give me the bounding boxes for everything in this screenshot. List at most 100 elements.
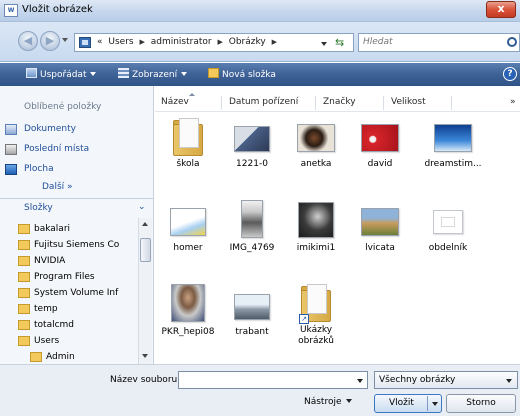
recent-places-icon [5,144,17,155]
file-item[interactable]: PKR_hepi08 [156,284,220,338]
organize-button[interactable]: Uspořádat [26,68,97,80]
column-divider[interactable] [221,96,222,110]
documents-icon [5,124,17,135]
breadcrumb-pictures[interactable]: Obrázky [229,37,266,47]
tree-item[interactable]: Program Files [18,272,95,282]
recent-pages-dropdown-icon[interactable] [62,38,68,42]
chevron-right-icon[interactable]: ▶ [217,38,222,46]
file-name: IMG_4769 [229,243,275,253]
insert-button[interactable]: Vložit [374,394,442,413]
file-item[interactable]: 1221-0 [220,118,284,170]
column-date-taken[interactable]: Datum pořízení [229,97,298,107]
new-folder-button[interactable]: Nová složka [208,68,276,80]
breadcrumb-users[interactable]: Users [108,37,133,47]
desktop-icon [5,164,17,175]
file-item[interactable]: lvicata [348,200,412,254]
favorite-documents[interactable]: Dokumenty [5,124,76,135]
tools-button[interactable]: Nástroje [304,397,352,407]
file-name: PKR_hepi08 [161,327,215,337]
file-name: Ukázky obrázků [298,325,334,346]
more-columns-icon[interactable]: » [510,97,516,107]
breadcrumb-overflow[interactable]: « [97,37,103,47]
file-item[interactable]: obdelník [412,200,484,254]
column-name[interactable]: Název [161,93,195,107]
favorite-desktop[interactable]: Plocha [5,164,54,175]
folder-tree: bakalari Fujitsu Siemens Co NVIDIA Progr… [0,218,140,364]
column-divider[interactable] [315,96,316,110]
chevron-right-icon[interactable]: ▶ [139,38,144,46]
file-name: trabant [235,327,269,337]
tree-item[interactable]: Fujitsu Siemens Co [18,240,119,250]
breadcrumb-administrator[interactable]: administrator [151,37,212,47]
folder-icon [18,288,30,298]
file-item[interactable]: IMG_4769 [220,200,284,254]
tree-item[interactable]: NVIDIA [18,256,65,266]
dialog-footer: Název souboru: Všechny obrázky Nástroje … [0,364,520,416]
tree-item[interactable]: temp [18,304,58,314]
column-divider[interactable] [383,96,384,110]
scroll-thumb[interactable] [140,238,151,262]
image-thumbnail [433,210,463,234]
column-tags[interactable]: Značky [323,97,356,107]
folder-shortcut-icon: ↗ [299,284,331,324]
caret-down-icon [345,399,352,403]
back-button[interactable]: ◀ [18,31,38,51]
chevron-right-icon[interactable]: ▶ [272,38,277,46]
scroll-up-icon[interactable] [142,222,148,226]
tree-item[interactable]: Users [18,336,59,346]
tree-item[interactable]: Admin [30,352,75,362]
file-item[interactable]: ↗ Ukázky obrázků [284,284,348,347]
filetype-select[interactable]: Všechny obrázky [374,371,518,389]
folders-header[interactable]: Složky ⌄ [0,198,153,216]
more-link[interactable]: Další » [42,182,73,192]
caret-down-icon [90,72,97,76]
cancel-button[interactable]: Storno [446,394,516,413]
tree-scrollbar[interactable] [138,218,152,364]
filename-combobox[interactable] [178,371,368,389]
folder-icon [18,336,30,346]
tree-item[interactable]: bakalari [18,224,70,234]
chevron-down-icon[interactable] [506,379,512,383]
tree-item[interactable]: totalcmd [18,320,74,330]
tree-item[interactable]: System Volume Inf [18,288,118,298]
column-divider[interactable] [451,96,452,110]
forward-button[interactable]: ▶ [40,31,60,51]
file-item[interactable]: homer [156,200,220,254]
image-thumbnail [234,294,270,320]
file-item[interactable]: škola [156,118,220,170]
help-icon[interactable]: ? [503,67,517,81]
folder-icon [18,240,30,250]
navigation-pane: Oblíbené položky Dokumenty Poslední míst… [0,86,154,364]
folder-icon [18,304,30,314]
search-box[interactable] [358,33,520,52]
favorite-recent-places[interactable]: Poslední místa [5,144,89,155]
folder-icon [18,320,30,330]
image-thumbnail [241,200,263,238]
search-icon[interactable] [507,37,517,47]
breadcrumb[interactable]: « Users ▶ administrator ▶ Obrázky ▶ ⇆ [74,33,354,52]
organize-icon [26,68,37,78]
search-input[interactable] [363,37,493,47]
chevron-down-icon[interactable] [432,402,438,406]
chevron-down-icon[interactable]: ⌄ [138,202,146,212]
chevron-down-icon[interactable] [357,379,363,383]
file-item[interactable]: trabant [220,284,284,338]
close-button[interactable]: x [486,1,516,18]
file-item[interactable]: anetka [284,118,348,170]
address-dropdown-icon[interactable] [321,42,327,46]
file-item[interactable]: imikimi1 [284,200,348,254]
filename-input[interactable] [182,375,342,385]
folder-icon [30,352,42,362]
views-icon [118,68,129,78]
file-item[interactable]: david [348,118,412,170]
file-name: homer [173,243,203,253]
scroll-down-icon[interactable] [142,354,148,358]
refresh-icon[interactable]: ⇆ [335,36,344,49]
shortcut-arrow-icon: ↗ [299,314,309,324]
folder-icon [18,224,30,234]
favorites-header: Oblíbené položky [24,102,102,112]
file-item[interactable]: dreamstim... [412,118,494,170]
views-button[interactable]: Zobrazení [118,68,188,80]
computer-icon [79,37,91,48]
column-size[interactable]: Velikost [391,97,426,107]
